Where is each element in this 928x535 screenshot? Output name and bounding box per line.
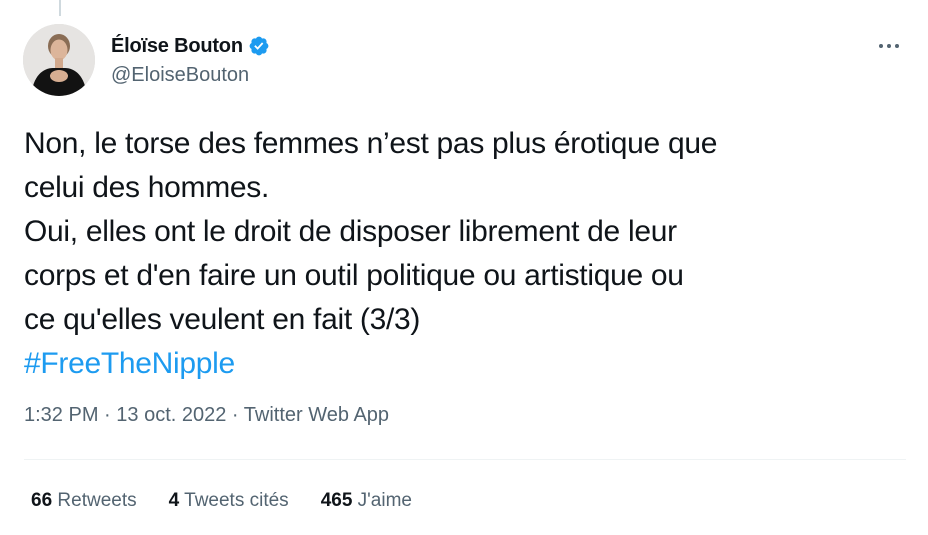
quote-tweets-label: Tweets cités [184, 490, 289, 511]
author-handle[interactable]: @EloiseBouton [111, 64, 906, 87]
quote-tweets-count: 4 [168, 490, 180, 511]
more-options-icon[interactable] [874, 36, 904, 56]
quote-tweets-stat[interactable]: 4 Tweets cités [169, 490, 289, 512]
retweets-count: 66 [31, 490, 53, 511]
likes-count: 465 [320, 490, 353, 511]
tweet-source[interactable]: Twitter Web App [244, 404, 389, 426]
tweet-date[interactable]: 13 oct. 2022 [116, 404, 226, 426]
display-name[interactable]: Éloïse Bouton [111, 35, 243, 58]
tweet-text-line: celui des hommes. [24, 171, 270, 204]
dot-icon [879, 44, 883, 48]
tweet-text-line: corps et d'en faire un outil politique o… [24, 259, 684, 292]
tweet-metadata: 1:32 PM · 13 oct. 2022 · Twitter Web App [24, 404, 389, 427]
retweets-stat[interactable]: 66 Retweets [31, 490, 137, 512]
tweet-text: Non, le torse des femmes n’est pas plus … [24, 122, 914, 386]
likes-label: J'aime [357, 490, 412, 511]
meta-separator: · [226, 404, 244, 426]
author-names: Éloïse Bouton @EloiseBouton [111, 24, 906, 87]
avatar-image [23, 24, 95, 96]
avatar[interactable] [23, 24, 95, 96]
retweets-label: Retweets [57, 490, 137, 511]
dot-icon [887, 44, 891, 48]
divider [24, 459, 906, 460]
dot-icon [895, 44, 899, 48]
verified-badge-icon [248, 35, 270, 57]
tweet-time[interactable]: 1:32 PM [24, 404, 98, 426]
tweet-text-line: Non, le torse des femmes n’est pas plus … [24, 127, 718, 160]
meta-separator: · [98, 404, 117, 426]
thread-connector-line [59, 0, 61, 16]
tweet-text-line: Oui, elles ont le droit de disposer libr… [24, 215, 677, 248]
hashtag-link[interactable]: #FreeTheNipple [24, 342, 914, 386]
tweet-header: Éloïse Bouton @EloiseBouton [23, 24, 906, 96]
likes-stat[interactable]: 465 J'aime [321, 490, 412, 512]
tweet-stats: 66 Retweets 4 Tweets cités 465 J'aime [31, 490, 444, 512]
tweet-text-line: ce qu'elles veulent en fait (3/3) [24, 303, 421, 336]
